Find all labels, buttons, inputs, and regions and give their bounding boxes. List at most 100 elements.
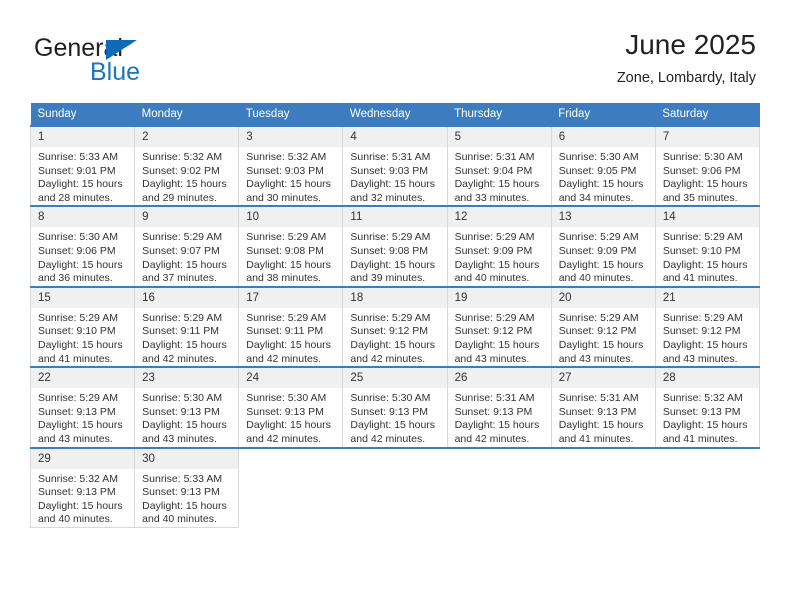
day-sun-info: Sunrise: 5:30 AM Sunset: 9:13 PM Daylight:…: [343, 388, 446, 446]
day-sun-info: Sunrise: 5:32 AM Sunset: 9:02 PM Daylight:…: [135, 147, 238, 205]
page-subtitle: Zone, Lombardy, Italy: [616, 70, 756, 86]
info-line-daylight1: Daylight: 15 hours: [38, 419, 123, 432]
calendar-day-cell[interactable]: 10 Sunrise: 5:29 AM Sunset: 9:08 PM Dayligh…: [238, 205, 344, 288]
day-number: 4: [343, 127, 447, 147]
info-line-sunrise: Sunrise: 5:29 AM: [350, 311, 431, 324]
calendar-week-row: 8 Sunrise: 5:30 AM Sunset: 9:06 PM Daylight…: [29, 205, 761, 288]
info-line-daylight1: Daylight: 15 hours: [246, 338, 331, 351]
info-line-sunrise: Sunrise: 5:31 AM: [454, 392, 535, 405]
calendar-day-cell[interactable]: 1 Sunrise: 5:33 AM Sunset: 9:01 PM Daylight…: [29, 124, 136, 207]
calendar-day-cell[interactable]: 13 Sunrise: 5:29 AM Sunset: 9:09 PM Dayligh…: [550, 205, 656, 288]
info-line-daylight2: and 40 minutes.: [454, 272, 530, 285]
calendar-day-cell[interactable]: 3 Sunrise: 5:32 AM Sunset: 9:03 PM Daylight…: [238, 124, 344, 207]
calendar-day-cell[interactable]: 15 Sunrise: 5:29 AM Sunset: 9:10 PM Dayligh…: [29, 285, 136, 368]
day-sun-info: Sunrise: 5:29 AM Sunset: 9:12 PM Daylight:…: [343, 308, 446, 366]
calendar-day-cell[interactable]: 26 Sunrise: 5:31 AM Sunset: 9:13 PM Dayligh…: [446, 366, 552, 449]
calendar-day-cell[interactable]: 23 Sunrise: 5:30 AM Sunset: 9:13 PM Dayligh…: [134, 366, 240, 449]
day-number: 30: [135, 448, 239, 469]
info-line-daylight1: Daylight: 15 hours: [142, 178, 227, 191]
logo-text-blue: Blue: [90, 58, 141, 86]
info-line-daylight2: and 42 minutes.: [454, 432, 530, 445]
weekday-header-thursday: Thursday: [447, 103, 552, 126]
info-line-daylight1: Daylight: 15 hours: [142, 499, 227, 512]
calendar-day-cell[interactable]: 11 Sunrise: 5:29 AM Sunset: 9:08 PM Dayligh…: [342, 205, 448, 288]
day-number: 6: [551, 127, 655, 147]
calendar-day-cell[interactable]: 24 Sunrise: 5:30 AM Sunset: 9:13 PM Dayligh…: [238, 366, 344, 449]
info-line-daylight2: and 43 minutes.: [38, 432, 113, 445]
calendar-day-cell-empty: [342, 446, 448, 528]
info-line-daylight2: and 42 minutes.: [142, 352, 217, 365]
day-number: 21: [655, 287, 759, 308]
calendar-day-cell[interactable]: 9 Sunrise: 5:29 AM Sunset: 9:07 PM Daylight…: [134, 205, 240, 288]
general-blue-logo[interactable]: General Blue: [34, 34, 234, 92]
calendar-day-cell[interactable]: 29 Sunrise: 5:32 AM Sunset: 9:13 PM Dayligh…: [29, 446, 136, 528]
day-sun-info: Sunrise: 5:29 AM Sunset: 9:08 PM Daylight:…: [343, 227, 446, 285]
info-line-sunset: Sunset: 9:08 PM: [246, 244, 324, 257]
calendar-day-cell[interactable]: 28 Sunrise: 5:32 AM Sunset: 9:13 PM Dayligh…: [654, 366, 761, 449]
info-line-daylight1: Daylight: 15 hours: [558, 419, 644, 432]
info-line-daylight2: and 42 minutes.: [350, 352, 426, 365]
calendar-day-cell[interactable]: 30 Sunrise: 5:33 AM Sunset: 9:13 PM Dayligh…: [134, 446, 240, 528]
info-line-sunset: Sunset: 9:07 PM: [142, 244, 220, 257]
calendar-day-cell[interactable]: 20 Sunrise: 5:29 AM Sunset: 9:12 PM Dayligh…: [550, 285, 656, 368]
info-line-sunrise: Sunrise: 5:29 AM: [246, 311, 327, 324]
calendar-day-cell[interactable]: 6 Sunrise: 5:30 AM Sunset: 9:05 PM Daylight…: [550, 124, 656, 207]
day-sun-info: Sunrise: 5:32 AM Sunset: 9:13 PM Daylight:…: [31, 469, 134, 527]
info-line-daylight1: Daylight: 15 hours: [246, 178, 331, 191]
info-line-sunrise: Sunrise: 5:29 AM: [454, 311, 535, 324]
info-line-sunset: Sunset: 9:13 PM: [142, 486, 220, 499]
info-line-sunrise: Sunrise: 5:30 AM: [662, 151, 743, 163]
weekday-header-wednesday: Wednesday: [342, 103, 448, 126]
day-number: 15: [31, 287, 135, 308]
calendar-day-cell[interactable]: 5 Sunrise: 5:31 AM Sunset: 9:04 PM Daylight…: [446, 124, 552, 207]
weekday-header-friday: Friday: [551, 103, 656, 126]
calendar-day-cell[interactable]: 2 Sunrise: 5:32 AM Sunset: 9:02 PM Daylight…: [134, 124, 240, 207]
info-line-sunrise: Sunrise: 5:29 AM: [38, 311, 118, 324]
info-line-daylight1: Daylight: 15 hours: [662, 258, 748, 271]
info-line-daylight2: and 40 minutes.: [142, 513, 217, 526]
calendar-day-cell[interactable]: 19 Sunrise: 5:29 AM Sunset: 9:12 PM Dayligh…: [446, 285, 552, 368]
calendar-day-cell-empty: [447, 446, 552, 528]
day-number: 8: [31, 207, 135, 228]
calendar-day-cell[interactable]: 18 Sunrise: 5:29 AM Sunset: 9:12 PM Dayligh…: [342, 285, 448, 368]
calendar-day-cell[interactable]: 4 Sunrise: 5:31 AM Sunset: 9:03 PM Daylight…: [342, 124, 448, 207]
triangle-icon: [106, 40, 137, 60]
info-line-daylight2: and 36 minutes.: [38, 272, 113, 285]
calendar-body: 1 Sunrise: 5:33 AM Sunset: 9:01 PM Daylight…: [29, 124, 761, 528]
day-sun-info: Sunrise: 5:30 AM Sunset: 9:06 PM Daylight:…: [656, 147, 759, 205]
info-line-sunset: Sunset: 9:08 PM: [350, 244, 429, 257]
info-line-daylight2: and 37 minutes.: [142, 272, 217, 285]
info-line-sunset: Sunset: 9:02 PM: [142, 164, 220, 177]
info-line-daylight1: Daylight: 15 hours: [38, 258, 123, 271]
info-line-daylight2: and 43 minutes.: [662, 352, 738, 365]
info-line-daylight2: and 29 minutes.: [142, 191, 217, 204]
info-line-daylight1: Daylight: 15 hours: [558, 258, 644, 271]
info-line-daylight2: and 30 minutes.: [246, 191, 321, 204]
day-number: 9: [135, 207, 239, 228]
info-line-sunset: Sunset: 9:09 PM: [454, 244, 533, 257]
info-line-sunset: Sunset: 9:13 PM: [558, 405, 637, 418]
info-line-daylight2: and 38 minutes.: [246, 272, 321, 285]
info-line-daylight2: and 28 minutes.: [38, 191, 113, 204]
calendar-day-cell[interactable]: 25 Sunrise: 5:30 AM Sunset: 9:13 PM Dayligh…: [342, 366, 448, 449]
calendar-day-cell[interactable]: 27 Sunrise: 5:31 AM Sunset: 9:13 PM Dayligh…: [550, 366, 656, 449]
calendar-day-cell[interactable]: 22 Sunrise: 5:29 AM Sunset: 9:13 PM Dayligh…: [29, 366, 136, 449]
info-line-sunset: Sunset: 9:12 PM: [558, 325, 637, 338]
calendar-day-cell[interactable]: 17 Sunrise: 5:29 AM Sunset: 9:11 PM Dayligh…: [238, 285, 344, 368]
calendar-day-cell[interactable]: 21 Sunrise: 5:29 AM Sunset: 9:12 PM Dayligh…: [654, 285, 761, 368]
info-line-daylight1: Daylight: 15 hours: [38, 499, 123, 512]
info-line-daylight1: Daylight: 15 hours: [558, 178, 644, 191]
info-line-sunrise: Sunrise: 5:30 AM: [38, 231, 118, 244]
info-line-daylight1: Daylight: 15 hours: [350, 258, 436, 271]
calendar-day-cell[interactable]: 7 Sunrise: 5:30 AM Sunset: 9:06 PM Daylight…: [654, 124, 761, 207]
info-line-daylight2: and 41 minutes.: [662, 272, 738, 285]
info-line-daylight1: Daylight: 15 hours: [38, 338, 123, 351]
day-sun-info: Sunrise: 5:31 AM Sunset: 9:03 PM Daylight:…: [343, 147, 446, 205]
calendar-day-cell[interactable]: 14 Sunrise: 5:29 AM Sunset: 9:10 PM Dayligh…: [654, 205, 761, 288]
calendar-day-cell[interactable]: 12 Sunrise: 5:29 AM Sunset: 9:09 PM Dayligh…: [446, 205, 552, 288]
calendar-day-cell[interactable]: 8 Sunrise: 5:30 AM Sunset: 9:06 PM Daylight…: [29, 205, 136, 288]
info-line-sunrise: Sunrise: 5:32 AM: [246, 151, 327, 163]
day-number: 7: [655, 127, 759, 147]
info-line-sunset: Sunset: 9:13 PM: [38, 405, 116, 418]
calendar-day-cell[interactable]: 16 Sunrise: 5:29 AM Sunset: 9:11 PM Dayligh…: [134, 285, 240, 368]
